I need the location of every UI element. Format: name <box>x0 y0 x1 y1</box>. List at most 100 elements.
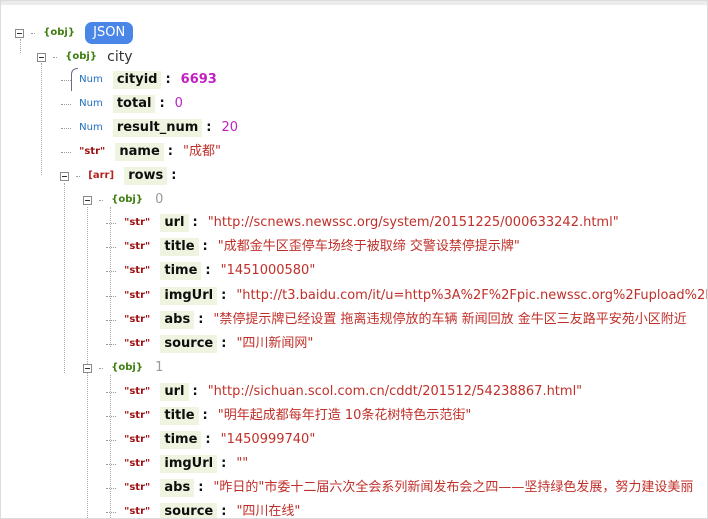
type-token: "str" <box>124 410 151 421</box>
tree-node-url[interactable]: "str" url: "http://scnews.newssc.org/syst… <box>106 211 619 235</box>
tree-node-city[interactable]: {obj} city <box>37 45 133 69</box>
tree-connector <box>99 199 104 201</box>
number-value: 6693 <box>180 72 217 87</box>
root-label[interactable]: JSON <box>85 22 134 44</box>
string-value: "四川在线" <box>236 504 301 519</box>
colon: : <box>221 456 227 471</box>
tree-node-title[interactable]: "str" title: "明年起成都每年打造 10条花树特色示范街" <box>106 404 471 428</box>
collapse-toggle-icon[interactable] <box>15 28 24 38</box>
tree-node-cityid[interactable]: Num cityid:6693 <box>61 68 217 92</box>
tree-guide <box>64 183 65 373</box>
tree-connector <box>106 439 116 441</box>
tree-node-total[interactable]: Num total:0 <box>61 92 183 116</box>
string-value: "成都金牛区歪停车场终于被取缔 交警设禁停提示牌" <box>217 239 520 254</box>
key-label: imgUrl <box>160 455 218 473</box>
type-token: "str" <box>124 434 151 445</box>
string-value: "四川新闻网" <box>236 336 314 351</box>
type-token: "str" <box>124 290 151 301</box>
type-token: "str" <box>124 338 151 349</box>
colon: : <box>198 312 204 327</box>
key-label: abs <box>160 479 195 497</box>
tree-node-abs[interactable]: "str" abs: "昨日的"市委十二届六次全会系列新闻发布会之四——坚持绿色发… <box>106 476 693 500</box>
string-value: "http://scnews.newssc.org/system/2015122… <box>207 215 619 230</box>
tree-connector <box>61 127 71 129</box>
type-token: Num <box>79 98 103 109</box>
string-value: "明年起成都每年打造 10条花树特色示范街" <box>217 408 472 423</box>
colon: : <box>167 144 173 159</box>
tree-connector <box>106 246 116 248</box>
tree-node-imgurl[interactable]: "str" imgUrl: "http://t3.baidu.com/it/u=h… <box>106 284 708 308</box>
tree-guide <box>41 63 42 175</box>
type-token: "str" <box>124 265 151 276</box>
top-border <box>1 1 707 5</box>
tree-connector <box>61 79 71 81</box>
array-index: 0 <box>155 192 164 207</box>
tree-node-rows[interactable]: [arr] rows: <box>60 164 186 188</box>
type-token: Num <box>79 122 103 133</box>
tree-node-name[interactable]: "str" name: "成都" <box>61 140 221 164</box>
key-label: url <box>160 383 189 401</box>
key-label: result_num <box>112 119 203 137</box>
tree-connector <box>99 367 104 369</box>
collapse-toggle-icon[interactable] <box>83 363 92 373</box>
tree-node-time[interactable]: "str" time: "1450999740" <box>106 428 315 452</box>
tree-connector <box>76 175 81 177</box>
type-token: {obj} <box>111 362 143 373</box>
colon: : <box>165 72 171 87</box>
colon: : <box>171 168 177 183</box>
key-label: title <box>160 238 199 256</box>
type-token: {obj} <box>111 194 143 205</box>
tree-node-abs[interactable]: "str" abs: "禁停提示牌已经设置 拖离违规停放的车辆 新闻回放 金牛区三… <box>106 308 687 332</box>
key-label: abs <box>160 311 195 329</box>
colon: : <box>221 336 227 351</box>
key-label: time <box>160 431 202 449</box>
collapse-toggle-icon[interactable] <box>37 52 46 62</box>
colon: : <box>198 480 204 495</box>
tree-connector <box>106 511 116 513</box>
string-value: "http://t3.baidu.com/it/u=http%3A%2F%2Fp… <box>236 288 708 303</box>
string-value: "" <box>236 456 249 471</box>
tree-connector <box>106 295 116 297</box>
tree-node-root[interactable]: {obj} JSON <box>15 21 134 45</box>
tree-node-result-num[interactable]: Num result_num:20 <box>61 116 238 140</box>
type-token: [arr] <box>88 170 115 181</box>
array-index: 1 <box>155 360 164 375</box>
tree-connector <box>53 56 58 58</box>
type-token: "str" <box>124 482 151 493</box>
tree-node-source[interactable]: "str" source: "四川在线" <box>106 500 301 519</box>
string-value: "昨日的"市委十二届六次全会系列新闻发布会之四——坚持绿色发展，努力建设美丽 <box>213 480 694 495</box>
type-token: "str" <box>124 217 151 228</box>
colon: : <box>202 408 208 423</box>
key-label: total <box>112 95 156 113</box>
tree-node-imgurl[interactable]: "str" imgUrl: "" <box>106 452 248 476</box>
number-value: 0 <box>174 96 183 111</box>
type-token: "str" <box>124 458 151 469</box>
key-label: rows <box>124 167 168 185</box>
colon: : <box>202 239 208 254</box>
tree-node-item-0[interactable]: {obj} 0 <box>83 188 163 212</box>
colon: : <box>205 432 211 447</box>
number-value: 20 <box>221 120 239 135</box>
collapse-toggle-icon[interactable] <box>60 171 69 181</box>
tree-node-item-1[interactable]: {obj} 1 <box>83 356 163 380</box>
node-label: city <box>107 49 133 65</box>
tree-connector <box>106 391 116 393</box>
tree-node-time[interactable]: "str" time: "1451000580" <box>106 259 315 283</box>
string-value: "1451000580" <box>220 263 316 278</box>
tree-node-title[interactable]: "str" title: "成都金牛区歪停车场终于被取缔 交警设禁停提示牌" <box>106 235 520 259</box>
collapse-toggle-icon[interactable] <box>83 195 92 205</box>
tree-node-source[interactable]: "str" source: "四川新闻网" <box>106 332 313 356</box>
colon: : <box>221 504 227 519</box>
colon: : <box>159 96 165 111</box>
tree-connector <box>31 32 36 34</box>
tree-node-url[interactable]: "str" url: "http://sichuan.scol.com.cn/cd… <box>106 380 582 404</box>
type-token: "str" <box>124 241 151 252</box>
key-label: title <box>160 407 199 425</box>
tree-connector <box>61 103 71 105</box>
tree-connector <box>106 487 116 489</box>
type-token: "str" <box>124 314 151 325</box>
tree-connector <box>106 319 116 321</box>
tree-connector <box>106 222 116 224</box>
string-value: "1450999740" <box>220 432 316 447</box>
colon: : <box>192 215 198 230</box>
